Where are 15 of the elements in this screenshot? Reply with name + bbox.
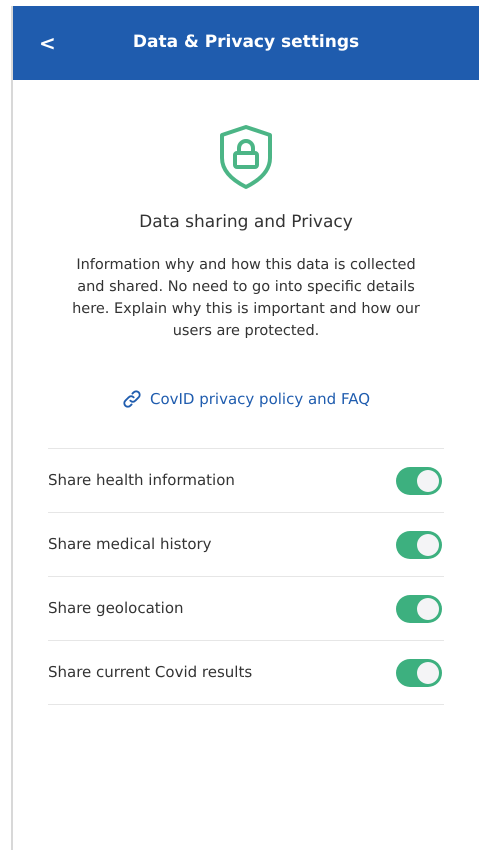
setting-label: Share medical history [48, 534, 212, 556]
setting-label: Share current Covid results [48, 662, 252, 684]
section-title: Data sharing and Privacy [139, 211, 353, 234]
toggle-switch[interactable] [396, 530, 442, 558]
link-icon [122, 388, 142, 409]
back-button[interactable]: < [35, 28, 60, 58]
setting-label: Share geolocation [48, 598, 184, 620]
intro-paragraph: Information why and how this data is collected and shared. No need to go into specific details here. Explain why this is important and how our users are protected. [71, 256, 421, 340]
shield-lock-icon [218, 124, 274, 190]
header-title: Data & Privacy settings [132, 31, 360, 54]
privacy-policy-link[interactable]: CovID privacy policy and FAQ [122, 388, 370, 410]
toggle-switch[interactable] [396, 658, 442, 686]
setting-label: Share health information [48, 470, 235, 492]
toggle-switch[interactable] [396, 466, 442, 494]
toggle-switch[interactable] [396, 594, 442, 622]
